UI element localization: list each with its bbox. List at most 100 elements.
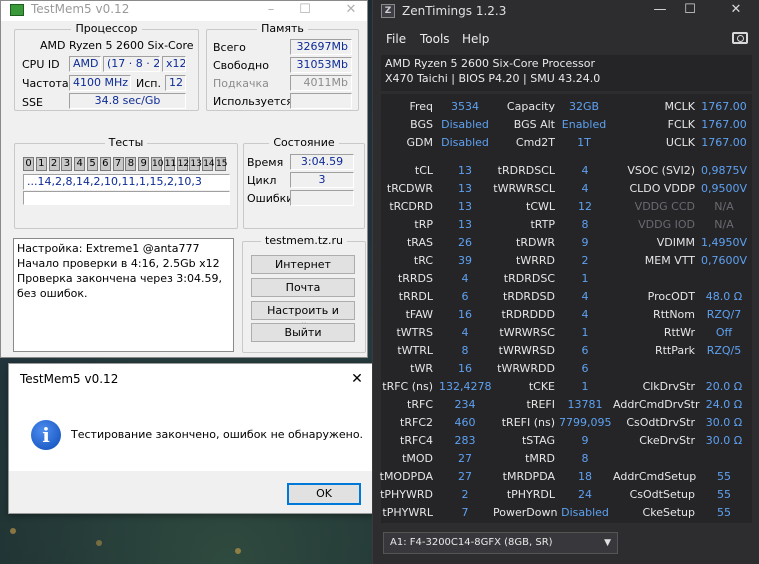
setup-and-exit-button[interactable]: Настроить и выйти bbox=[251, 301, 355, 334]
timing-label: tPHYWRD bbox=[380, 488, 433, 501]
board-info: X470 Taichi | BIOS P4.20 | SMU 43.24.0 bbox=[385, 72, 601, 85]
zentimings-logo-icon: Z bbox=[381, 4, 395, 18]
timing-label: tREFI bbox=[526, 398, 555, 411]
timing-label: tSTAG bbox=[521, 434, 555, 447]
cpu-info: AMD Ryzen 5 2600 Six-Core Processor bbox=[385, 57, 595, 70]
timing-label: tWTRS bbox=[396, 326, 433, 339]
cpu-name: AMD Ryzen 5 2600 Six-Core bbox=[40, 39, 194, 52]
setting-value: 1767.00 bbox=[701, 136, 747, 149]
cpu-id-field: (17 · 8 · 2) bbox=[103, 56, 160, 72]
setting-label: MCLK bbox=[664, 100, 695, 113]
test-number-cell: 15 bbox=[215, 157, 228, 171]
freq-field: 4100 MHz bbox=[69, 75, 131, 91]
processor-group: Процессор AMD Ryzen 5 2600 Six-Core CPU … bbox=[14, 22, 199, 111]
menu-help[interactable]: Help bbox=[462, 32, 489, 46]
mem-swap-field: 4011Mb bbox=[290, 75, 352, 91]
timing-label: tCWL bbox=[526, 200, 555, 213]
result-dialog: TestMem5 v0.12 ✕ i Тестирование закончен… bbox=[8, 363, 376, 514]
dialog-message: Тестирование закончено, ошибок не обнару… bbox=[71, 428, 364, 441]
bokeh-light bbox=[10, 528, 16, 534]
mail-button[interactable]: Почта bbox=[251, 278, 355, 297]
timing-value: 48.0 Ω bbox=[705, 290, 743, 303]
timing-label: tRFC2 bbox=[400, 416, 433, 429]
test-number-cell: 8 bbox=[125, 157, 137, 171]
timing-value: 283 bbox=[454, 434, 476, 447]
timing-label: tRRDS bbox=[397, 272, 433, 285]
close-icon[interactable]: ✕ bbox=[337, 1, 365, 21]
sse-label: SSE bbox=[22, 96, 43, 109]
time-label: Время bbox=[247, 156, 284, 169]
timing-value: 460 bbox=[454, 416, 476, 429]
minimize-icon[interactable]: – bbox=[257, 1, 285, 21]
bokeh-light bbox=[96, 540, 102, 546]
test-number-cell: 12 bbox=[176, 157, 190, 171]
screenshot-camera-icon[interactable] bbox=[732, 32, 748, 44]
testmem-window: TestMem5 v0.12 – ☐ ✕ Процессор AMD Ryzen… bbox=[0, 0, 368, 358]
test-number-cell: 13 bbox=[189, 157, 202, 171]
test-number-cell: 11 bbox=[163, 157, 177, 171]
zentimings-window: Z ZenTimings 1.2.3 — ☐ ✕ File Tools Help… bbox=[372, 0, 759, 564]
timing-value: 4 bbox=[581, 290, 589, 303]
timing-value: 7799,095 bbox=[559, 416, 612, 429]
test-number-cell: 4 bbox=[74, 157, 86, 171]
close-icon[interactable]: ✕ bbox=[345, 370, 369, 390]
setting-value: Disabled bbox=[441, 136, 489, 149]
timing-value: 24.0 Ω bbox=[705, 398, 743, 411]
exit-button[interactable]: Выйти bbox=[251, 323, 355, 342]
dimm-select[interactable]: A1: F4-3200C14-8GFX (8GB, SR) ▼ bbox=[383, 532, 618, 554]
timing-value: 0,7600V bbox=[700, 254, 747, 267]
testmem-titlebar[interactable]: TestMem5 v0.12 – ☐ ✕ bbox=[1, 1, 367, 21]
errors-field bbox=[290, 190, 354, 206]
mem-total-field: 32697Mb bbox=[290, 39, 352, 55]
timing-value: 7 bbox=[461, 506, 469, 519]
test-number-cell: 7 bbox=[112, 157, 124, 171]
timing-value: 1,4950V bbox=[700, 236, 747, 249]
timing-label: VDIMM bbox=[656, 236, 695, 249]
test-number-cell: 1 bbox=[35, 157, 47, 171]
menu-file[interactable]: File bbox=[386, 32, 406, 46]
timing-label: tRDWR bbox=[516, 236, 555, 249]
timing-value: 24 bbox=[578, 488, 592, 501]
timing-label: tRDRDSC bbox=[503, 272, 555, 285]
timing-value: 132,4278 bbox=[439, 380, 492, 393]
timing-label: tMRD bbox=[525, 452, 555, 465]
timing-label: CkeSetup bbox=[642, 506, 695, 519]
zentimings-titlebar[interactable]: Z ZenTimings 1.2.3 — ☐ ✕ bbox=[373, 0, 759, 22]
timing-label: CkeDrvStr bbox=[639, 434, 695, 447]
setting-value: 1767.00 bbox=[701, 118, 747, 131]
cpu-vendor-field: AMD bbox=[69, 56, 101, 72]
setting-value: 3534 bbox=[451, 100, 479, 113]
minimize-icon[interactable]: — bbox=[645, 1, 675, 21]
timing-label: tMRDPDA bbox=[502, 470, 555, 483]
log-textbox[interactable]: Настройка: Extreme1 @anta777 Начало пров… bbox=[13, 238, 234, 352]
used-field: 12 bbox=[165, 75, 186, 91]
group-title: testmem.tz.ru bbox=[261, 234, 347, 247]
menu-tools[interactable]: Tools bbox=[420, 32, 450, 46]
close-icon[interactable]: ✕ bbox=[721, 1, 751, 21]
state-group: Состояние Время 3:04.59 Цикл 3 Ошибки bbox=[243, 136, 365, 229]
window-title: TestMem5 v0.12 bbox=[31, 2, 130, 16]
timing-label: tRFC4 bbox=[400, 434, 433, 447]
timing-value: 16 bbox=[458, 308, 472, 321]
timing-value: 234 bbox=[454, 398, 476, 411]
timing-value: 30.0 Ω bbox=[705, 434, 743, 447]
tests-group: Тесты 0 1 2 3 4 5 6 7 8 9 10 11 12 13 14 15 ...14,2,8,1… bbox=[14, 136, 238, 229]
timing-label: tPHYRDL bbox=[506, 488, 555, 501]
timing-value: RZQ/7 bbox=[706, 308, 742, 321]
test-number-cell: 10 bbox=[151, 157, 164, 171]
timing-value: 4 bbox=[581, 308, 589, 321]
maximize-icon[interactable]: ☐ bbox=[675, 1, 705, 21]
cpu-threads-field: x12 bbox=[162, 56, 186, 72]
timing-value: 4 bbox=[581, 164, 589, 177]
ok-button[interactable]: OK bbox=[287, 483, 361, 505]
timing-label: CsOdtSetup bbox=[629, 488, 695, 501]
timing-value: 30.0 Ω bbox=[705, 416, 743, 429]
timing-value: 0,9875V bbox=[700, 164, 747, 177]
internet-button[interactable]: Интернет bbox=[251, 255, 355, 274]
timing-label: tFAW bbox=[405, 308, 433, 321]
maximize-icon[interactable]: ☐ bbox=[291, 1, 319, 21]
timing-value: 8 bbox=[581, 218, 589, 231]
timing-label: tRCDWR bbox=[386, 182, 433, 195]
setting-label: UCLK bbox=[665, 136, 695, 149]
log-line: Начало проверки в 4:16, 2.5Gb x12 bbox=[17, 257, 220, 270]
